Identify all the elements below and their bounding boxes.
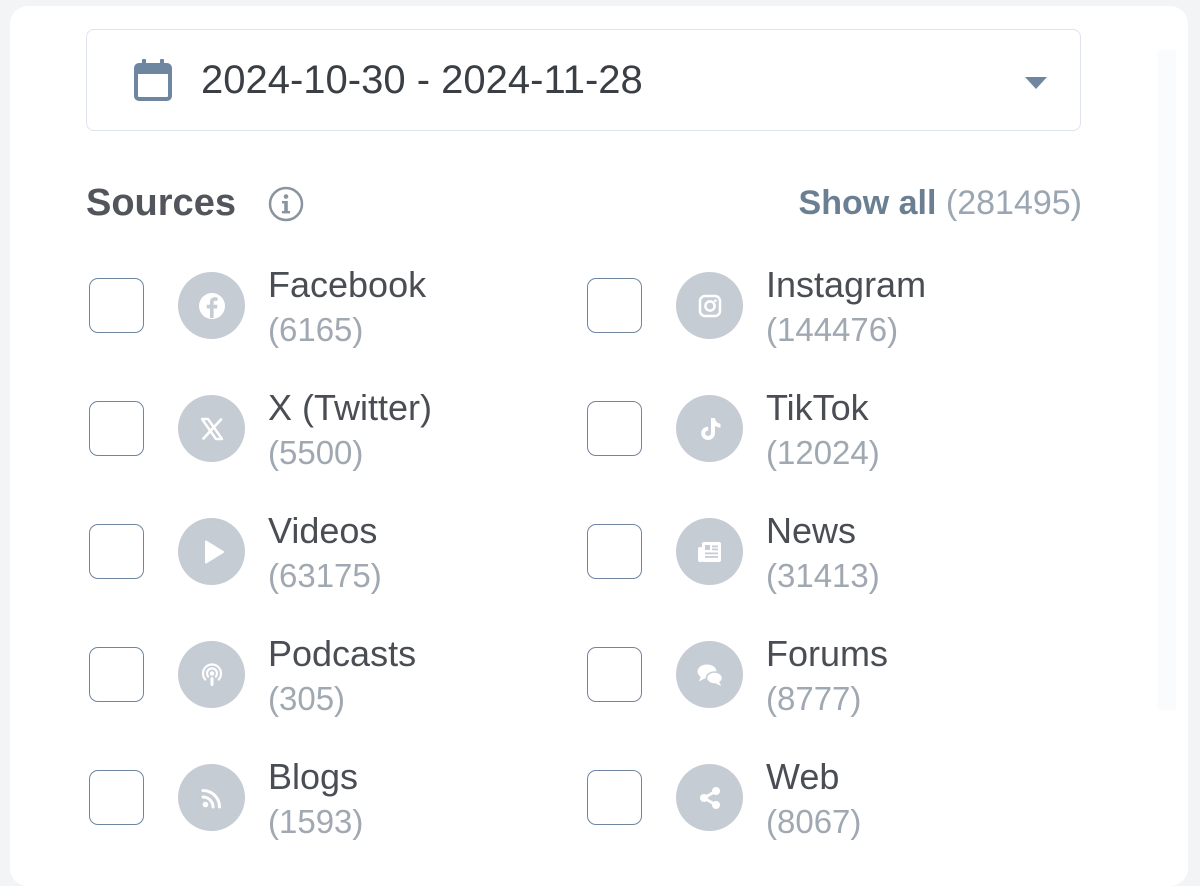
source-count: (144476) xyxy=(766,311,899,348)
source-name: Videos xyxy=(268,510,378,551)
checkbox-podcasts[interactable] xyxy=(89,647,144,702)
newspaper-icon xyxy=(676,518,743,585)
source-count: (1593) xyxy=(268,803,364,840)
source-count: (12024) xyxy=(766,434,880,471)
play-icon xyxy=(178,518,245,585)
source-item-tiktok: TikTok (12024) xyxy=(584,386,1024,486)
checkbox-forums[interactable] xyxy=(587,647,642,702)
caret-down-icon xyxy=(1024,76,1048,90)
date-range-value: 2024-10-30 - 2024-11-28 xyxy=(201,58,643,102)
x-twitter-icon xyxy=(178,395,245,462)
source-count: (63175) xyxy=(268,557,382,594)
source-count: (31413) xyxy=(766,557,880,594)
source-count: (305) xyxy=(268,680,346,717)
show-all: Show all (281495) xyxy=(799,181,1082,225)
checkbox-facebook[interactable] xyxy=(89,278,144,333)
checkbox-web[interactable] xyxy=(587,770,642,825)
source-name: X (Twitter) xyxy=(268,387,433,428)
source-count: (8777) xyxy=(766,680,862,717)
source-item-facebook: Facebook (6165) xyxy=(86,263,526,363)
checkbox-x-twitter[interactable] xyxy=(89,401,144,456)
source-item-instagram: Instagram (144476) xyxy=(584,263,1024,363)
source-name: Instagram xyxy=(766,264,927,305)
instagram-icon xyxy=(676,272,743,339)
chat-bubbles-icon xyxy=(676,641,743,708)
source-item-videos: Videos (63175) xyxy=(86,509,526,609)
source-count: (6165) xyxy=(268,311,364,348)
checkbox-news[interactable] xyxy=(587,524,642,579)
source-name: Facebook xyxy=(268,264,427,305)
tiktok-icon xyxy=(676,395,743,462)
source-name: Forums xyxy=(766,633,889,674)
rss-icon xyxy=(178,764,245,831)
date-range-picker[interactable]: 2024-10-30 - 2024-11-28 xyxy=(86,29,1081,131)
info-icon[interactable] xyxy=(268,186,304,222)
source-name: Blogs xyxy=(268,756,359,797)
share-icon xyxy=(676,764,743,831)
checkbox-instagram[interactable] xyxy=(587,278,642,333)
sources-title: Sources xyxy=(86,182,236,224)
source-name: Web xyxy=(766,756,840,797)
source-count: (8067) xyxy=(766,803,862,840)
checkbox-blogs[interactable] xyxy=(89,770,144,825)
source-item-podcasts: Podcasts (305) xyxy=(86,632,526,732)
calendar-icon xyxy=(133,58,173,102)
checkbox-tiktok[interactable] xyxy=(587,401,642,456)
source-item-blogs: Blogs (1593) xyxy=(86,755,526,855)
source-name: Podcasts xyxy=(268,633,417,674)
source-name: TikTok xyxy=(766,387,869,428)
source-count: (5500) xyxy=(268,434,364,471)
facebook-icon xyxy=(178,272,245,339)
show-all-total-count: (281495) xyxy=(945,184,1082,222)
checkbox-videos[interactable] xyxy=(89,524,144,579)
scroll-track xyxy=(1158,50,1176,710)
source-item-forums: Forums (8777) xyxy=(584,632,1024,732)
show-all-link[interactable]: Show all xyxy=(799,184,937,222)
source-item-news: News (31413) xyxy=(584,509,1024,609)
source-name: News xyxy=(766,510,857,551)
source-item-web: Web (8067) xyxy=(584,755,1024,855)
podcast-icon xyxy=(178,641,245,708)
source-item-x-twitter: X (Twitter) (5500) xyxy=(86,386,526,486)
